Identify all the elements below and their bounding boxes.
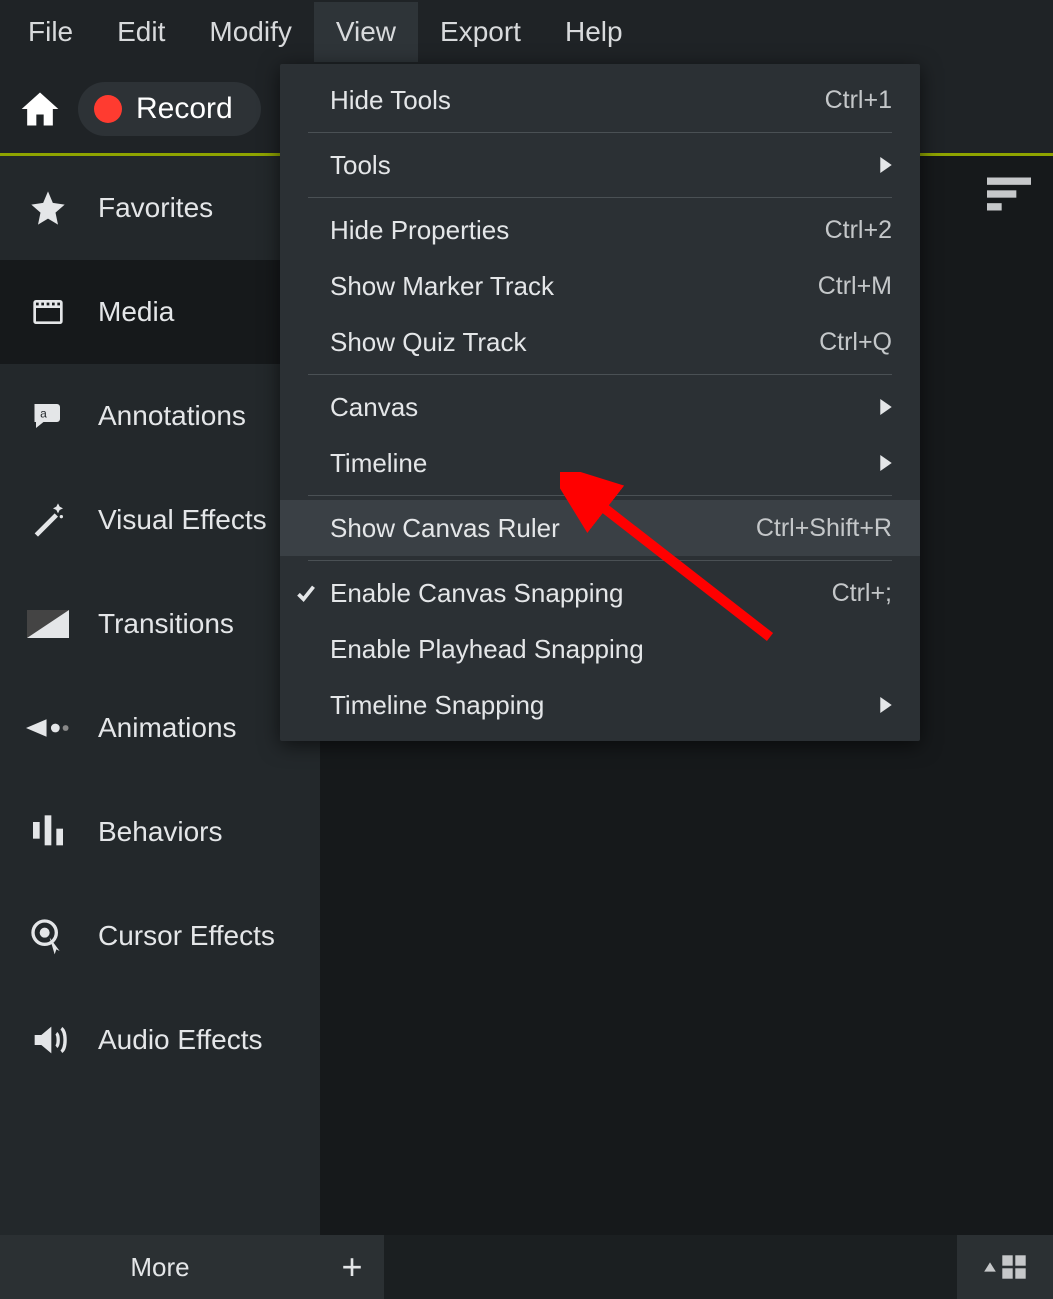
menu-item-shortcut: Ctrl+M [818, 272, 892, 301]
menu-item-label: Timeline [330, 448, 880, 479]
record-label: Record [136, 92, 233, 126]
menu-item-show-canvas-ruler[interactable]: Show Canvas RulerCtrl+Shift+R [280, 500, 920, 556]
chevron-right-icon [880, 455, 892, 471]
menu-item-enable-playhead-snapping[interactable]: Enable Playhead Snapping [280, 621, 920, 677]
media-icon [26, 290, 70, 334]
menu-item-timeline[interactable]: Timeline [280, 435, 920, 491]
record-dot-icon [94, 95, 122, 123]
menu-help[interactable]: Help [543, 2, 645, 62]
menu-item-shortcut: Ctrl+; [832, 579, 892, 608]
sort-icon[interactable] [987, 176, 1031, 212]
sidebar-item-favorites[interactable]: Favorites [0, 156, 320, 260]
app-root: File Edit Modify View Export Help Record… [0, 0, 1053, 1299]
star-icon [26, 186, 70, 230]
sidebar-item-transitions[interactable]: Transitions [0, 572, 320, 676]
chevron-right-icon [880, 399, 892, 415]
menu-item-label: Tools [330, 150, 880, 181]
menu-file[interactable]: File [6, 2, 95, 62]
menu-item-shortcut: Ctrl+2 [825, 216, 892, 245]
menu-item-label: Enable Playhead Snapping [330, 634, 892, 665]
menu-item-shortcut: Ctrl+Shift+R [756, 514, 892, 543]
transitions-icon [26, 602, 70, 646]
sidebar-item-audio-effects[interactable]: Audio Effects [0, 988, 320, 1092]
cursor-effects-icon [26, 914, 70, 958]
menu-item-label: Show Canvas Ruler [330, 513, 756, 544]
sidebar: Favorites Media a Annotations Visual Eff… [0, 156, 320, 1235]
menu-item-timeline-snapping[interactable]: Timeline Snapping [280, 677, 920, 733]
annotations-icon: a [26, 394, 70, 438]
grid-icon [1001, 1254, 1027, 1280]
menu-item-hide-tools[interactable]: Hide ToolsCtrl+1 [280, 72, 920, 128]
sidebar-item-media[interactable]: Media [0, 260, 320, 364]
svg-text:a: a [40, 407, 47, 421]
sidebar-item-cursor-effects[interactable]: Cursor Effects [0, 884, 320, 988]
sidebar-item-label: Audio Effects [98, 1024, 262, 1056]
menu-item-label: Timeline Snapping [330, 690, 880, 721]
menubar: File Edit Modify View Export Help [0, 0, 1053, 64]
menu-item-shortcut: Ctrl+1 [825, 86, 892, 115]
sidebar-item-annotations[interactable]: a Annotations [0, 364, 320, 468]
sidebar-item-label: Annotations [98, 400, 246, 432]
sidebar-item-label: Visual Effects [98, 504, 267, 536]
menu-item-tools[interactable]: Tools [280, 137, 920, 193]
bottom-right-controls[interactable] [957, 1235, 1053, 1299]
menu-item-hide-properties[interactable]: Hide PropertiesCtrl+2 [280, 202, 920, 258]
menu-item-label: Canvas [330, 392, 880, 423]
sidebar-item-behaviors[interactable]: Behaviors [0, 780, 320, 884]
chevron-right-icon [880, 697, 892, 713]
triangle-up-icon [983, 1260, 997, 1274]
animations-icon [26, 706, 70, 750]
check-icon [296, 583, 316, 603]
wand-icon [26, 498, 70, 542]
sidebar-item-visual-effects[interactable]: Visual Effects [0, 468, 320, 572]
menu-separator [308, 197, 892, 198]
sidebar-item-animations[interactable]: Animations [0, 676, 320, 780]
menu-item-label: Hide Properties [330, 215, 825, 246]
menu-item-show-marker-track[interactable]: Show Marker TrackCtrl+M [280, 258, 920, 314]
menu-item-label: Show Quiz Track [330, 327, 819, 358]
menu-item-shortcut: Ctrl+Q [819, 328, 892, 357]
menu-item-show-quiz-track[interactable]: Show Quiz TrackCtrl+Q [280, 314, 920, 370]
menu-edit[interactable]: Edit [95, 2, 187, 62]
sidebar-item-label: Cursor Effects [98, 920, 275, 952]
menu-separator [308, 374, 892, 375]
audio-icon [26, 1018, 70, 1062]
menu-item-label: Show Marker Track [330, 271, 818, 302]
chevron-right-icon [880, 157, 892, 173]
sidebar-item-label: Behaviors [98, 816, 223, 848]
menu-item-label: Hide Tools [330, 85, 825, 116]
view-menu-dropdown: Hide ToolsCtrl+1ToolsHide PropertiesCtrl… [280, 64, 920, 741]
bottombar: More + [0, 1235, 1053, 1299]
record-button[interactable]: Record [78, 82, 261, 136]
sidebar-item-label: Animations [98, 712, 237, 744]
bottom-fill [384, 1235, 957, 1299]
menu-item-enable-canvas-snapping[interactable]: Enable Canvas SnappingCtrl+; [280, 565, 920, 621]
sidebar-item-label: Media [98, 296, 174, 328]
menu-separator [308, 132, 892, 133]
menu-view[interactable]: View [314, 2, 418, 62]
more-panel-button[interactable]: More [0, 1235, 320, 1299]
menu-export[interactable]: Export [418, 2, 543, 62]
add-button[interactable]: + [320, 1235, 384, 1299]
sidebar-item-label: Favorites [98, 192, 213, 224]
home-icon[interactable] [18, 87, 62, 131]
menu-separator [308, 560, 892, 561]
behaviors-icon [26, 810, 70, 854]
menu-item-canvas[interactable]: Canvas [280, 379, 920, 435]
sidebar-item-label: Transitions [98, 608, 234, 640]
menu-separator [308, 495, 892, 496]
menu-modify[interactable]: Modify [187, 2, 313, 62]
menu-item-label: Enable Canvas Snapping [330, 578, 832, 609]
